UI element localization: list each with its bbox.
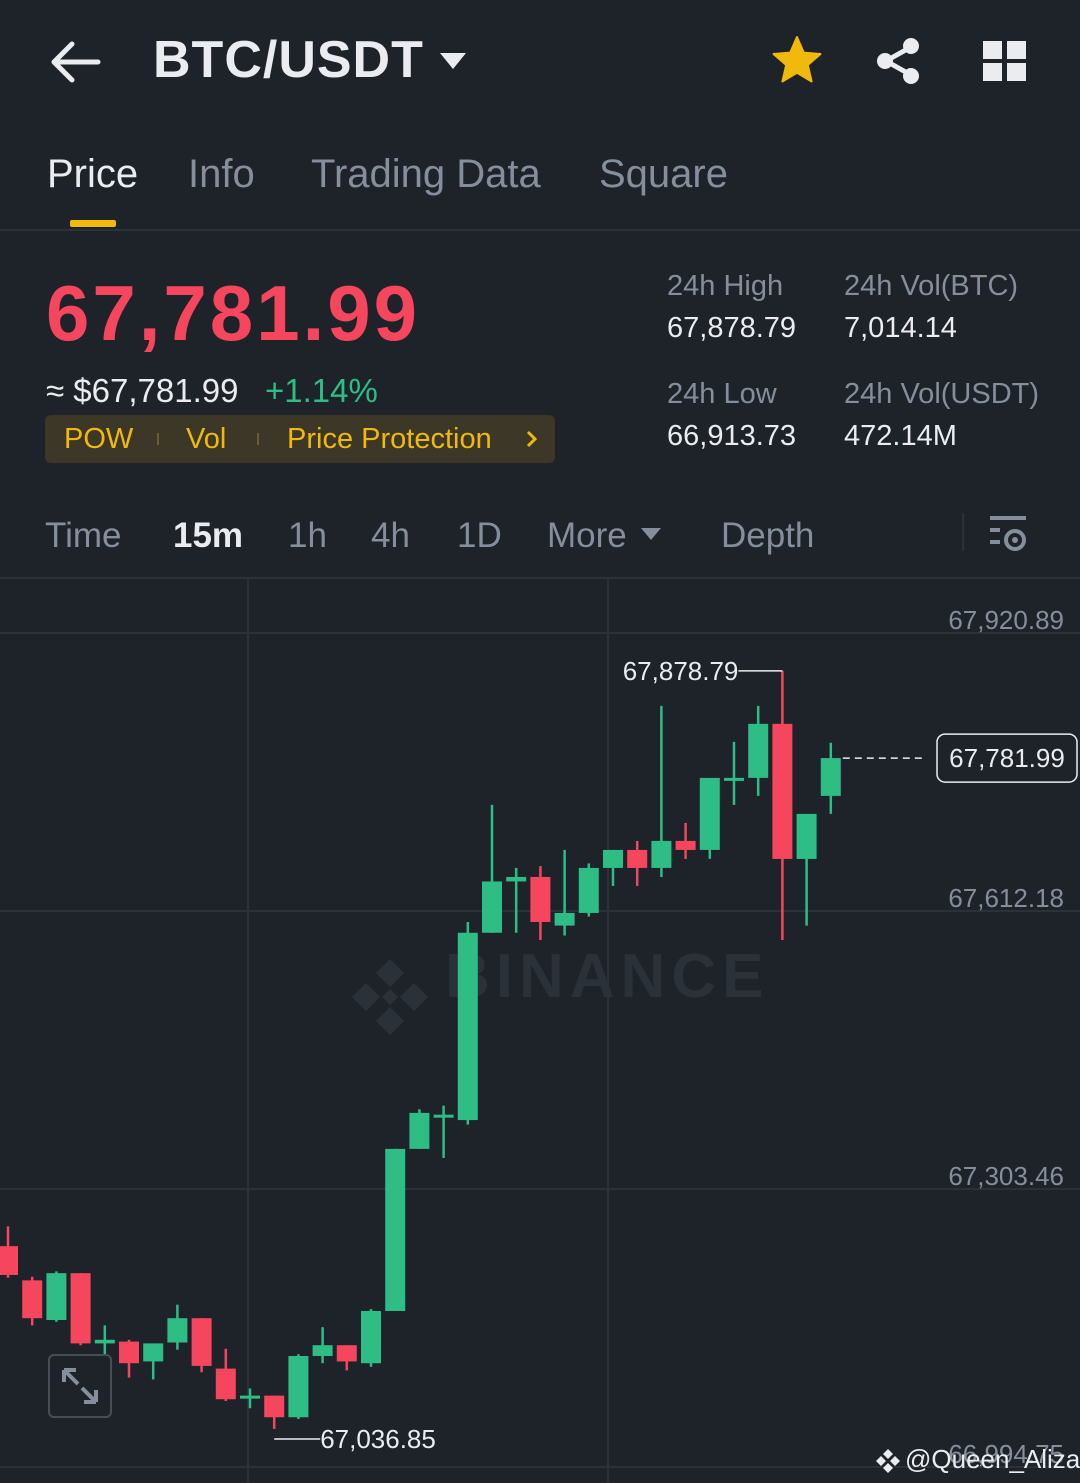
y-axis-label: 67,612.18 <box>948 883 1064 913</box>
tag-separator <box>157 433 159 445</box>
tag-separator <box>257 433 259 445</box>
tag-vol[interactable]: Vol <box>186 423 226 456</box>
author-watermark: @Queen_Aliza <box>905 1444 1080 1474</box>
candle-body <box>312 1345 333 1357</box>
expand-icon <box>62 1368 98 1404</box>
candle-body <box>627 849 648 868</box>
candle-body <box>191 1318 212 1366</box>
share-icon[interactable] <box>874 36 924 86</box>
active-tab-indicator <box>70 220 116 227</box>
tab-info[interactable]: Info <box>188 152 255 197</box>
low-24h-label: 24h Low <box>667 378 777 410</box>
chevron-right-icon[interactable] <box>522 428 542 450</box>
binance-watermark: BINANCE <box>445 942 769 1011</box>
interval-15m[interactable]: 15m <box>173 516 243 556</box>
y-axis-label: 67,303.46 <box>948 1161 1064 1191</box>
chart-settings-icon[interactable] <box>988 514 1028 554</box>
interval-1h[interactable]: 1h <box>288 516 327 556</box>
interval-4h[interactable]: 4h <box>371 516 410 556</box>
candle-body <box>94 1339 115 1344</box>
back-arrow-icon[interactable] <box>50 38 102 86</box>
candle-body <box>22 1280 43 1319</box>
candle-body <box>264 1395 285 1418</box>
candle-body <box>336 1345 357 1362</box>
interval-time[interactable]: Time <box>45 516 121 556</box>
tag-price-protection[interactable]: Price Protection <box>287 423 492 456</box>
tab-trading-data[interactable]: Trading Data <box>311 152 541 197</box>
candle-body <box>724 777 744 781</box>
candle-body <box>578 867 599 913</box>
min-price-label: 67,036.85 <box>320 1424 436 1454</box>
binance-logo-icon <box>874 1447 902 1475</box>
last-price: 67,781.99 <box>46 269 421 357</box>
usd-approx-price: ≈ $67,781.99 <box>46 372 239 409</box>
grid-icon[interactable] <box>982 40 1028 82</box>
divider <box>962 513 964 551</box>
interval-1d[interactable]: 1D <box>457 516 502 556</box>
top-bar: BTC/USDT <box>0 0 1080 130</box>
candle-body <box>119 1341 139 1364</box>
candle-body <box>651 840 672 868</box>
binance-watermark-icon <box>352 959 428 1035</box>
vol-usdt-label: 24h Vol(USDT) <box>844 378 1040 410</box>
candle-body <box>603 849 623 868</box>
caret-down-icon[interactable] <box>640 527 662 541</box>
candlestick-chart[interactable]: BINANCE 67,920.8967,612.1867,303.4666,99… <box>0 579 1080 1483</box>
high-24h-label: 24h High <box>667 270 784 302</box>
candle-body <box>748 723 769 778</box>
caret-down-icon[interactable] <box>438 50 468 72</box>
candle-body <box>0 1246 18 1275</box>
last-price-label: 67,781.99 <box>949 743 1065 773</box>
fullscreen-button[interactable] <box>48 1354 112 1418</box>
tab-square[interactable]: Square <box>599 152 728 197</box>
candle-body <box>506 876 527 882</box>
candle-body <box>820 758 841 796</box>
tab-price[interactable]: Price <box>47 152 138 197</box>
candle-body <box>796 813 817 859</box>
vol-btc-label: 24h Vol(BTC) <box>844 270 1019 302</box>
candle-body <box>482 881 502 933</box>
candle-body <box>409 1112 430 1149</box>
candle-body <box>143 1343 164 1362</box>
star-icon[interactable] <box>770 34 824 88</box>
tag-pow[interactable]: POW <box>64 423 133 456</box>
candle-body <box>433 1114 454 1118</box>
interval-more[interactable]: More <box>547 516 627 556</box>
interval-depth[interactable]: Depth <box>721 516 814 556</box>
pair-title[interactable]: BTC/USDT <box>153 30 424 90</box>
candle-body <box>167 1318 188 1343</box>
candle-body <box>675 840 696 850</box>
change-percent: +1.14% <box>265 372 378 409</box>
candle-body <box>70 1273 91 1344</box>
candle-body <box>457 932 478 1121</box>
candle-body <box>554 912 575 926</box>
candle-body <box>215 1368 236 1400</box>
candle-body <box>772 723 793 859</box>
y-axis-label: 67,920.89 <box>948 605 1064 635</box>
low-24h-value: 66,913.73 <box>667 420 797 452</box>
candle-body <box>240 1395 260 1399</box>
candle-body <box>699 777 720 850</box>
candle-body <box>288 1356 309 1418</box>
high-24h-value: 67,878.79 <box>667 312 797 344</box>
candle-body <box>530 876 551 922</box>
vol-usdt-value: 472.14M <box>844 420 957 452</box>
vol-btc-value: 7,014.14 <box>844 312 957 344</box>
candle-body <box>46 1273 67 1320</box>
candle-body <box>385 1148 406 1311</box>
divider <box>0 229 1080 231</box>
candle-body <box>361 1310 381 1364</box>
max-price-label: 67,878.79 <box>623 656 739 686</box>
